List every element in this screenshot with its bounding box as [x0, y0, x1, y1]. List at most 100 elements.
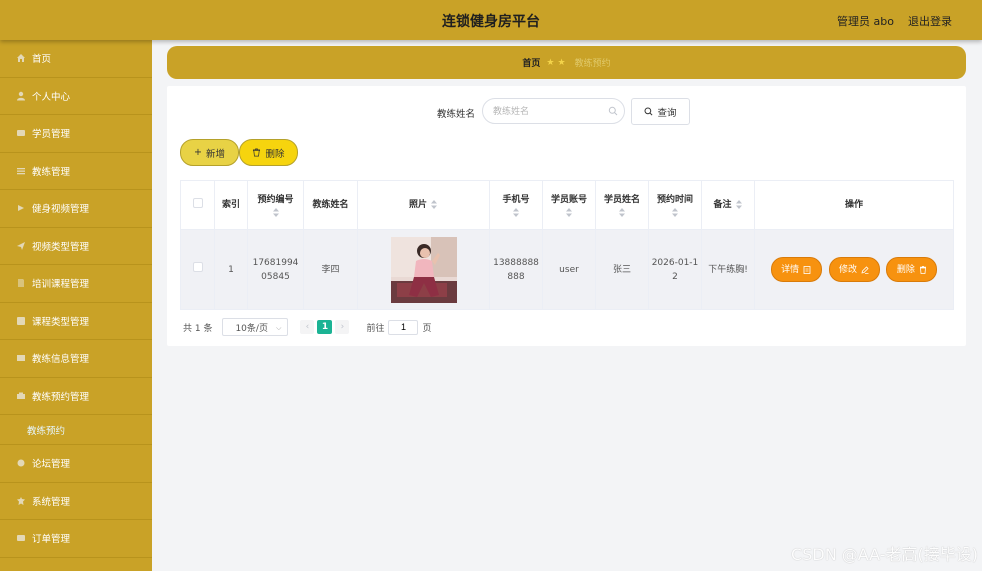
- select-all-checkbox[interactable]: [192, 197, 203, 208]
- sort-icon[interactable]: [512, 208, 520, 217]
- sidebar-item-course-types[interactable]: 课程类型管理: [0, 303, 152, 340]
- header-index: 索引: [214, 180, 248, 230]
- booking-table: 索引 预约编号 教练姓名 照片 手机号 学员账号 学员姓名 预约时间 备注 操作…: [180, 180, 954, 310]
- sidebar-item-orders[interactable]: 订单管理: [0, 520, 152, 558]
- cell-student-account: user: [542, 229, 596, 310]
- cell-coach-name: 李四: [303, 229, 358, 310]
- batch-delete-button[interactable]: 删除: [239, 139, 298, 166]
- sort-icon[interactable]: [671, 208, 679, 217]
- cell-photo: [357, 229, 490, 310]
- cell-booking-no: 1768199405845: [247, 229, 304, 310]
- sidebar-item-students[interactable]: 学员管理: [0, 115, 152, 153]
- list-icon: [16, 166, 26, 176]
- sort-icon[interactable]: [618, 208, 626, 217]
- page-size-select[interactable]: 10条/页 ⌵: [222, 318, 289, 336]
- detail-button-label: 详情: [781, 264, 800, 275]
- system-icon: [16, 496, 26, 506]
- sidebar-item-video-types[interactable]: 视频类型管理: [0, 228, 152, 265]
- booking-icon: [16, 391, 26, 401]
- sidebar-item-system[interactable]: 系统管理: [0, 483, 152, 520]
- header-label: 备注: [713, 200, 732, 210]
- detail-button[interactable]: 详情: [770, 257, 822, 282]
- header-booking-no[interactable]: 预约编号: [247, 180, 304, 230]
- header-label: 学员姓名: [603, 195, 640, 205]
- edit-button[interactable]: 修改: [828, 257, 880, 282]
- table-header-row: 索引 预约编号 教练姓名 照片 手机号 学员账号 学员姓名 预约时间 备注 操作: [180, 180, 954, 230]
- search-icon: [608, 106, 618, 116]
- coach-photo[interactable]: [390, 236, 457, 303]
- page-jump-input[interactable]: [388, 319, 419, 335]
- query-button-label: 查询: [657, 107, 677, 119]
- search-label: 教练姓名: [437, 109, 476, 120]
- edit-icon: [861, 265, 869, 274]
- sidebar: 首页 个人中心 学员管理 教练管理 健身视频管理 视频类型管理 培训课程管理 课…: [0, 40, 152, 571]
- next-page-button[interactable]: ›: [335, 320, 350, 334]
- sidebar-item-courses[interactable]: 培训课程管理: [0, 265, 152, 303]
- trash-icon: [919, 265, 926, 274]
- add-button[interactable]: + 新增: [180, 139, 239, 166]
- home-icon: [16, 53, 26, 63]
- row-delete-button[interactable]: 删除: [886, 257, 938, 282]
- header-student-account[interactable]: 学员账号: [542, 180, 596, 230]
- sidebar-item-label: 视频类型管理: [32, 241, 90, 253]
- header-photo[interactable]: 照片: [357, 180, 490, 230]
- sidebar-item-coaches[interactable]: 教练管理: [0, 153, 152, 190]
- row-delete-button-label: 删除: [896, 264, 915, 275]
- edit-button-label: 修改: [838, 264, 857, 275]
- pagination: 共 1 条 10条/页 ⌵ ‹ 1 › 前往 页: [183, 318, 431, 336]
- sidebar-item-label: 学员管理: [32, 129, 71, 141]
- coach-name-search-input[interactable]: [482, 98, 625, 124]
- row-checkbox[interactable]: [192, 262, 203, 272]
- top-bar: 连锁健身房平台 管理员 abo 退出登录: [0, 0, 982, 40]
- header-remark[interactable]: 备注: [701, 180, 755, 230]
- sidebar-item-profile[interactable]: 个人中心: [0, 78, 152, 115]
- page-number-1[interactable]: 1: [317, 320, 333, 334]
- sidebar-item-label: 论坛管理: [32, 459, 71, 471]
- search-icon: [644, 107, 653, 116]
- sort-icon[interactable]: [430, 200, 438, 209]
- chevron-down-icon: ⌵: [276, 324, 282, 332]
- prev-page-button[interactable]: ‹: [300, 320, 315, 334]
- watermark: CSDN @AA-老高(接毕设): [791, 545, 978, 564]
- sidebar-item-coach-booking[interactable]: 教练预约管理: [0, 378, 152, 415]
- sort-icon[interactable]: [272, 208, 280, 217]
- user-icon: [16, 91, 26, 101]
- info-icon: [16, 353, 26, 363]
- document-icon: [803, 265, 811, 274]
- sidebar-item-label: 教练信息管理: [32, 354, 90, 366]
- header-label: 照片: [408, 200, 427, 210]
- cell-phone: 13888888888: [489, 229, 543, 310]
- sidebar-subitem-coach-booking[interactable]: 教练预约: [0, 415, 152, 445]
- star-icon: ★★: [546, 57, 569, 68]
- course-icon: [16, 278, 26, 288]
- sidebar-item-label: 培训课程管理: [32, 279, 90, 291]
- header-booking-time[interactable]: 预约时间: [648, 180, 702, 230]
- breadcrumb-current: 教练预约: [574, 59, 611, 69]
- video-icon: [16, 203, 26, 213]
- logout-link[interactable]: 退出登录: [908, 13, 952, 29]
- sidebar-item-label: 课程类型管理: [32, 316, 90, 328]
- header-phone[interactable]: 手机号: [489, 180, 543, 230]
- sidebar-item-label: 健身视频管理: [32, 204, 90, 216]
- delete-button-label: 删除: [265, 148, 285, 160]
- sidebar-item-coach-info[interactable]: 教练信息管理: [0, 340, 152, 378]
- breadcrumb-home[interactable]: 首页: [522, 56, 540, 69]
- sidebar-item-fitness-videos[interactable]: 健身视频管理: [0, 190, 152, 228]
- cell-student-name: 张三: [595, 229, 649, 310]
- header-label: 手机号: [502, 195, 530, 205]
- admin-user-label: 管理员 abo: [837, 15, 894, 28]
- header-label: 预约时间: [656, 195, 693, 205]
- type-icon: [16, 316, 26, 326]
- sort-icon[interactable]: [735, 200, 743, 209]
- sidebar-item-forum[interactable]: 论坛管理: [0, 445, 152, 483]
- sort-icon[interactable]: [565, 208, 573, 217]
- sidebar-item-home[interactable]: 首页: [0, 40, 152, 78]
- add-button-label: 新增: [205, 148, 225, 160]
- users-icon: [16, 128, 26, 138]
- row-select-cell: [180, 229, 215, 310]
- query-button[interactable]: 查询: [631, 98, 690, 125]
- trash-icon: [253, 148, 261, 157]
- pagination-total: 共 1 条: [183, 323, 213, 334]
- header-student-name[interactable]: 学员姓名: [595, 180, 649, 230]
- sidebar-item-label: 个人中心: [32, 91, 71, 103]
